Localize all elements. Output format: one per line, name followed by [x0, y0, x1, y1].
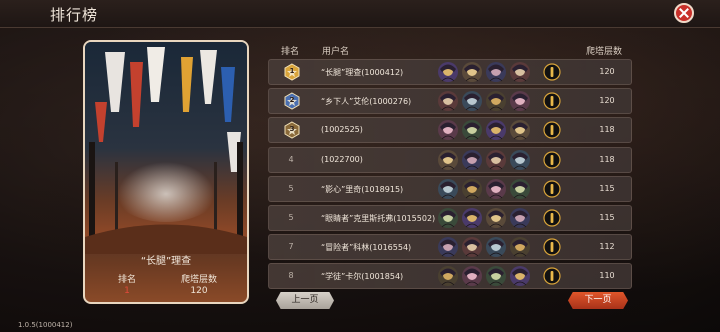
hero-avatar[interactable]: [461, 178, 483, 200]
hero-avatar[interactable]: [485, 178, 507, 200]
hero-avatar[interactable]: [509, 265, 531, 287]
card-floors-label: 爬塔层数: [180, 275, 217, 285]
key-icon[interactable]: [543, 150, 561, 169]
card-floors: 爬塔层数 120: [169, 272, 229, 296]
hero-avatar[interactable]: [437, 149, 459, 171]
hero-avatar[interactable]: [461, 207, 483, 229]
hero-avatar[interactable]: [485, 90, 507, 112]
column-header-name: 用户名: [322, 47, 350, 57]
key-icon[interactable]: [543, 209, 561, 227]
card-stats: 排名 1 爬塔层数 120: [85, 272, 247, 302]
hero-avatar[interactable]: [485, 236, 507, 258]
hero-avatar[interactable]: [437, 265, 459, 287]
hero-avatar[interactable]: [437, 61, 459, 83]
floors-value: 115: [599, 183, 615, 193]
card-artwork: [85, 42, 247, 254]
rank-number: 5: [288, 183, 294, 193]
column-header-rank: 排名: [281, 47, 300, 57]
rank-number: 7: [288, 242, 294, 252]
hero-avatar[interactable]: [485, 61, 507, 83]
hero-avatar[interactable]: [509, 178, 531, 200]
floors-value: 112: [599, 242, 615, 252]
table-row[interactable]: 5 “眼睛者”克里斯托弗(1015502) 115: [268, 205, 632, 231]
key-icon[interactable]: [543, 121, 561, 139]
key-icon[interactable]: [543, 238, 561, 256]
table-row[interactable]: 7 “冒险者”科林(1016554) 112: [268, 234, 632, 261]
hero-avatar[interactable]: [485, 149, 507, 171]
column-header-floors: 爬塔层数: [586, 47, 623, 57]
hero-avatar[interactable]: [461, 90, 483, 112]
hero-avatar[interactable]: [485, 207, 507, 229]
rank-number: 5: [288, 213, 294, 222]
rank-number: 1: [289, 67, 295, 75]
table-row[interactable]: 8 “学徒”卡尔(1001854) 110: [268, 263, 632, 290]
player-name: (1022700): [321, 154, 363, 164]
hero-avatar[interactable]: [437, 207, 459, 229]
hero-avatar[interactable]: [461, 119, 483, 141]
floors-value: 120: [599, 96, 615, 106]
player-name: “影心”里奇(1018915): [321, 184, 404, 194]
player-name: “乡下人”艾伦(1000276): [321, 97, 412, 107]
medal-icon: 1: [283, 63, 301, 81]
rank-number: 3: [289, 125, 295, 134]
rank-number: 8: [288, 271, 294, 281]
prev-page-button[interactable]: 上一页: [276, 292, 334, 309]
hero-avatar[interactable]: [485, 265, 507, 287]
player-name: (1002525): [321, 125, 363, 135]
close-icon[interactable]: [674, 3, 694, 23]
card-rank-value: 1: [124, 286, 130, 296]
hero-avatar[interactable]: [437, 178, 459, 200]
hero-avatar[interactable]: [509, 207, 531, 229]
hero-avatar[interactable]: [437, 119, 459, 141]
rank-number: 2: [289, 96, 295, 105]
key-icon[interactable]: [543, 180, 561, 198]
hero-avatar[interactable]: [485, 119, 507, 141]
floors-value: 110: [599, 271, 615, 281]
medal-icon: 2: [283, 92, 301, 110]
medal-icon: 3: [283, 121, 301, 139]
card-floors-value: 120: [190, 286, 208, 296]
top-player-card: “长腿”理查 排名 1 爬塔层数 120: [83, 40, 249, 304]
floors-value: 118: [599, 125, 615, 135]
player-name: “学徒”卡尔(1001854): [321, 272, 404, 282]
version-label: 1.0.5(1000412): [18, 321, 73, 329]
floors-value: 120: [599, 67, 615, 76]
player-name: “长腿”理查(1000412): [321, 68, 404, 77]
table-row[interactable]: 1 “长腿”理查(1000412) 120: [268, 59, 632, 85]
table-row[interactable]: 4 (1022700) 118: [268, 146, 632, 173]
top-bar: 排行榜: [0, 0, 720, 28]
table-row[interactable]: 3 (1002525) 118: [268, 117, 632, 144]
card-rank-label: 排名: [117, 275, 136, 285]
hero-avatar[interactable]: [509, 149, 531, 171]
hero-avatar[interactable]: [461, 61, 483, 83]
page-title: 排行榜: [50, 6, 99, 24]
hero-avatar[interactable]: [461, 236, 483, 258]
hero-avatar[interactable]: [509, 90, 531, 112]
player-name: “冒险者”科林(1016554): [321, 243, 412, 253]
hero-avatar[interactable]: [461, 149, 483, 171]
floors-value: 118: [599, 154, 615, 164]
table-row[interactable]: 2 “乡下人”艾伦(1000276) 120: [268, 88, 632, 115]
card-rank: 排名 1: [97, 272, 157, 296]
table-row[interactable]: 5 “影心”里奇(1018915) 115: [268, 175, 632, 202]
key-icon[interactable]: [543, 267, 561, 285]
hero-avatar[interactable]: [437, 236, 459, 258]
hero-avatar[interactable]: [509, 119, 531, 141]
key-icon[interactable]: [543, 92, 561, 110]
next-page-button[interactable]: 下一页: [568, 292, 628, 309]
hero-avatar[interactable]: [437, 90, 459, 112]
rank-number: 4: [288, 154, 294, 164]
player-name: “眼睛者”克里斯托弗(1015502): [321, 214, 436, 223]
hero-avatar[interactable]: [461, 265, 483, 287]
hero-avatar[interactable]: [509, 61, 531, 83]
card-player-name: “长腿”理查: [140, 256, 192, 267]
key-icon[interactable]: [543, 63, 561, 81]
hero-avatar[interactable]: [509, 236, 531, 258]
floors-value: 115: [599, 213, 615, 222]
